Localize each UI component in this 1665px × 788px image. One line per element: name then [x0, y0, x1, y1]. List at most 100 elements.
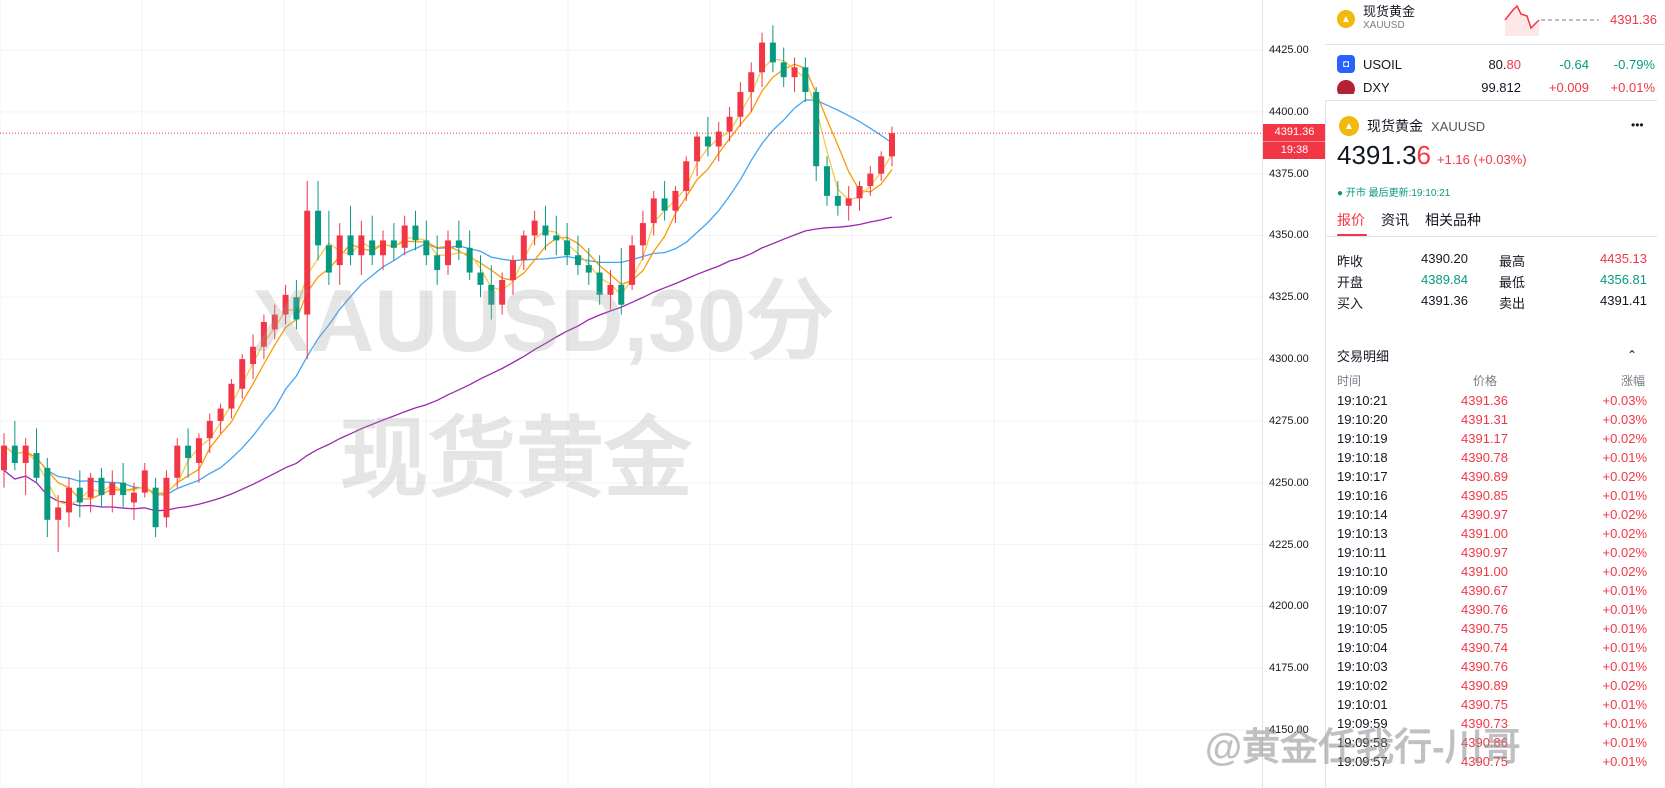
candle — [239, 354, 246, 399]
candle-body — [293, 297, 300, 320]
candle-body — [98, 477, 105, 496]
candle — [574, 235, 581, 276]
trade-time: 19:10:14 — [1337, 507, 1388, 522]
candle — [380, 230, 387, 271]
candle — [282, 284, 289, 325]
trade-change: +0.02% — [1602, 526, 1647, 541]
candle-body — [22, 445, 29, 463]
candle-body — [369, 240, 376, 256]
trade-change: +0.01% — [1602, 583, 1647, 598]
candle-body — [336, 235, 343, 266]
y-tick-label: 4225.00 — [1269, 538, 1309, 551]
trade-row: 19:10:19 4391.17 +0.02% — [1337, 431, 1647, 451]
candle-body — [141, 470, 148, 493]
trade-time: 19:10:19 — [1337, 431, 1388, 446]
trade-price: 4390.85 — [1461, 488, 1508, 503]
trade-price: 4390.75 — [1461, 621, 1508, 636]
candle-body — [661, 198, 668, 211]
chart-area[interactable]: XAUUSD,30分 现货黄金 — [0, 0, 1262, 788]
candle-body — [878, 156, 885, 174]
y-tick-label: 4400.00 — [1269, 105, 1309, 118]
y-tick-label: 4275.00 — [1269, 414, 1309, 427]
trade-price: 4390.74 — [1461, 640, 1508, 655]
candle-body — [824, 166, 831, 196]
candle-body — [76, 487, 83, 503]
candle — [585, 247, 592, 285]
watchlist-last: 4391.36 — [1610, 11, 1657, 27]
candle — [802, 57, 809, 102]
trade-change: +0.01% — [1602, 602, 1647, 617]
candle-body — [185, 445, 192, 458]
candle — [889, 126, 895, 167]
candle — [780, 47, 787, 88]
candle — [856, 181, 863, 211]
candle-body — [813, 92, 820, 167]
candle-body — [542, 225, 549, 236]
y-tick-label: 4200.00 — [1269, 600, 1309, 613]
candle-body — [304, 210, 311, 315]
candle — [185, 428, 192, 478]
trade-change: +0.02% — [1602, 678, 1647, 693]
trade-time: 19:10:02 — [1337, 678, 1388, 693]
price-axis[interactable]: 4425.00 4400.00 4375.00 4350.00 4325.00 4300.… — [1262, 0, 1326, 788]
candle — [445, 230, 451, 276]
candle — [33, 428, 40, 483]
watchlist-item-xauusd[interactable]: ▲ 现货黄金 XAUUSD 4391.36 — [1337, 2, 1657, 36]
watchlist-item-dxy[interactable]: DXY 99.812 +0.009 +0.01% — [1337, 80, 1657, 94]
trade-time: 19:10:20 — [1337, 412, 1388, 427]
candle — [336, 223, 343, 285]
candle — [228, 378, 235, 419]
candle — [834, 181, 841, 216]
candle — [304, 181, 311, 360]
ma-fast-line — [3, 58, 893, 506]
candle-body — [618, 284, 625, 305]
candle-body — [434, 255, 441, 271]
candle — [401, 215, 408, 256]
candle-body — [455, 240, 462, 248]
stat-label: 昨收 — [1337, 254, 1364, 269]
collapse-icon[interactable]: ⌃ — [1627, 348, 1637, 362]
trade-time: 19:10:21 — [1337, 393, 1388, 408]
tab-quote[interactable]: 报价 — [1337, 210, 1365, 230]
trade-time: 19:10:04 — [1337, 640, 1388, 655]
candle — [217, 403, 224, 434]
candle — [141, 462, 148, 498]
trade-change: +0.01% — [1602, 754, 1647, 769]
stat-value: 4356.81 — [1600, 272, 1647, 287]
watchlist-last: 80.80 — [1488, 56, 1521, 72]
candle-body — [380, 240, 387, 256]
candle — [564, 223, 571, 266]
candle-body — [737, 92, 744, 117]
footer-watermark: @黄金任我行-川哥 — [1205, 727, 1521, 769]
candle — [618, 247, 625, 315]
trade-price: 4390.89 — [1461, 678, 1508, 693]
gold-icon: ▲ — [1337, 10, 1355, 28]
trade-time: 19:10:16 — [1337, 488, 1388, 503]
watchlist-item-usoil[interactable]: ◘ USOIL 80.80 -0.64 -0.79% — [1337, 50, 1657, 78]
candle-body — [65, 487, 72, 513]
watchlist-sub: XAUUSD — [1363, 20, 1405, 31]
trade-time: 19:10:07 — [1337, 602, 1388, 617]
oil-icon: ◘ — [1337, 55, 1355, 73]
stat-label: 卖出 — [1499, 296, 1526, 311]
trade-price: 4391.36 — [1461, 393, 1508, 408]
trade-price: 4390.97 — [1461, 545, 1508, 560]
tab-related[interactable]: 相关品种 — [1425, 210, 1481, 230]
candle — [488, 265, 495, 320]
candle-body — [423, 240, 430, 256]
candle — [22, 438, 29, 496]
trade-price: 4391.31 — [1461, 412, 1508, 427]
candle — [737, 82, 744, 127]
candle-body — [120, 482, 127, 496]
candle-body — [44, 467, 51, 520]
watchlist-name: 现货黄金 — [1363, 4, 1416, 19]
flag-icon — [1337, 80, 1355, 94]
candlestick-chart[interactable] — [0, 0, 1262, 788]
tab-news[interactable]: 资讯 — [1381, 210, 1409, 230]
candle — [694, 131, 701, 177]
trade-change: +0.01% — [1602, 716, 1647, 731]
trade-row: 19:10:16 4390.85 +0.01% — [1337, 488, 1647, 508]
candle-body — [867, 173, 874, 186]
detail-change: +1.16 (+0.03%) — [1437, 152, 1527, 167]
more-options-button[interactable]: ••• — [1631, 118, 1644, 132]
